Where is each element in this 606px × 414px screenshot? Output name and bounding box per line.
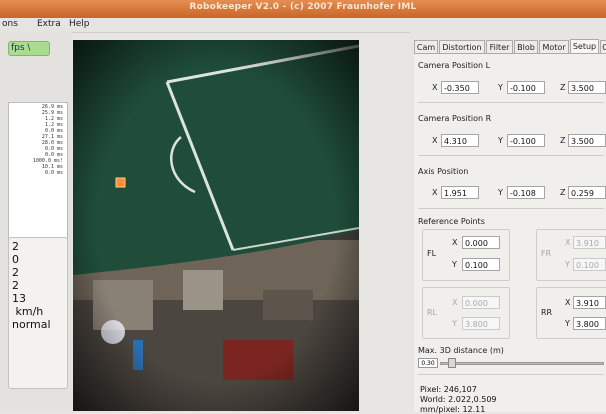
ref-rl-label: RL: [427, 308, 438, 317]
tab-cam[interactable]: Cam: [414, 40, 438, 53]
reference-points-title: Reference Points: [418, 217, 485, 226]
camera-r-y-label: Y: [498, 136, 503, 145]
axis-y-label: Y: [498, 188, 503, 197]
axis-z-label: Z: [560, 188, 566, 197]
tab-filter[interactable]: Filter: [486, 40, 513, 53]
axis-x-field[interactable]: 1.951: [441, 186, 479, 199]
mm-per-pixel-readout: mm/pixel: 12.11: [420, 405, 486, 414]
pixel-readout: Pixel: 246,107: [420, 385, 477, 394]
tab-distortion[interactable]: Distortion: [439, 40, 485, 53]
ref-fl-x-field[interactable]: 0.000: [462, 236, 500, 249]
slider-thumb[interactable]: [447, 358, 456, 368]
camera-l-x-field[interactable]: -0.350: [441, 81, 479, 94]
ref-rl-y-field[interactable]: 3.800: [462, 317, 500, 330]
camera-l-title: Camera Position L: [418, 61, 491, 70]
camera-image: [73, 40, 359, 411]
max-distance-value: 0.30: [418, 358, 438, 368]
ref-fl-label: FL: [427, 249, 437, 258]
ref-fl-x-label: X: [452, 238, 458, 247]
menu-bar: ons Extra Help: [0, 18, 606, 33]
camera-l-y-label: Y: [498, 83, 503, 92]
camera-r-y-field[interactable]: -0.100: [507, 134, 545, 147]
ref-fl-y-field[interactable]: 0.100: [462, 258, 500, 271]
tab-motor[interactable]: Motor: [539, 40, 569, 53]
camera-r-x-label: X: [432, 136, 438, 145]
stat-mode: normal: [12, 318, 51, 331]
slider-track: [440, 362, 604, 365]
ref-fr-label: FR: [541, 249, 552, 258]
left-panel: fps \ 26.9 ms 25.9 ms 1.2 ms 1.2 ms 0.0 …: [0, 32, 72, 411]
camera-r-z-field[interactable]: 3.500: [568, 134, 606, 147]
ref-rr-y-field[interactable]: 3.800: [573, 317, 606, 330]
world-readout: World: 2.022,0.509: [420, 395, 497, 404]
ref-fr-y-field[interactable]: 0.100: [573, 258, 606, 271]
ref-rr-x-field[interactable]: 3.910: [573, 296, 606, 309]
camera-l-y-field[interactable]: -0.100: [507, 81, 545, 94]
tab-blob[interactable]: Blob: [514, 40, 538, 53]
camera-l-x-label: X: [432, 83, 438, 92]
divider: [418, 374, 604, 375]
camera-r-x-field[interactable]: 4.310: [441, 134, 479, 147]
window-title: Robokeeper V2.0 - (c) 2007 Fraunhofer IM…: [189, 2, 417, 12]
ref-fr-x-field[interactable]: 3.910: [573, 236, 606, 249]
camera-r-z-label: Z: [560, 136, 566, 145]
title-bar: Robokeeper V2.0 - (c) 2007 Fraunhofer IM…: [0, 0, 606, 18]
ref-rl-y-label: Y: [452, 319, 457, 328]
ref-rr-y-label: Y: [565, 319, 570, 328]
divider: [418, 102, 604, 103]
stat-line: 2: [12, 279, 19, 292]
axis-z-field[interactable]: 0.259: [568, 186, 606, 199]
settings-panel: Cam Distortion Filter Blob Motor Setup C…: [410, 32, 606, 414]
ref-fr-y-label: Y: [565, 260, 570, 269]
setup-content: Camera Position L X -0.350 Y -0.100 Z 3.…: [414, 53, 606, 414]
ref-fr-x-label: X: [565, 238, 571, 247]
tab-more[interactable]: C: [600, 40, 606, 53]
stats-panel: 2 0 2 2 13 km/h normal: [8, 237, 68, 389]
stat-line: 2: [12, 266, 19, 279]
axis-x-label: X: [432, 188, 438, 197]
camera-r-title: Camera Position R: [418, 114, 492, 123]
ref-rr-x-label: X: [565, 298, 571, 307]
timing-line: 0.0 ms: [44, 170, 63, 176]
ref-rl-x-field[interactable]: 0.000: [462, 296, 500, 309]
axis-title: Axis Position: [418, 167, 469, 176]
stat-speed-unit: km/h: [12, 305, 44, 318]
stat-line: 2: [12, 240, 19, 253]
menu-help[interactable]: Help: [69, 19, 90, 29]
tab-setup[interactable]: Setup: [570, 39, 599, 53]
axis-y-field[interactable]: -0.108: [507, 186, 545, 199]
fps-button[interactable]: fps \: [8, 41, 50, 56]
ref-rr-label: RR: [541, 308, 553, 317]
menu-extra[interactable]: Extra: [37, 19, 61, 29]
divider: [418, 155, 604, 156]
max-distance-slider[interactable]: 0.30: [418, 358, 604, 368]
max-distance-title: Max. 3D distance (m): [418, 346, 504, 355]
stat-line: 13: [12, 292, 26, 305]
camera-l-z-label: Z: [560, 83, 566, 92]
camera-l-z-field[interactable]: 3.500: [568, 81, 606, 94]
ref-rl-x-label: X: [452, 298, 458, 307]
camera-view[interactable]: [73, 40, 359, 411]
ref-fl-y-label: Y: [452, 260, 457, 269]
menu-options[interactable]: ons: [2, 19, 18, 29]
divider: [418, 208, 604, 209]
stat-line: 0: [12, 253, 19, 266]
